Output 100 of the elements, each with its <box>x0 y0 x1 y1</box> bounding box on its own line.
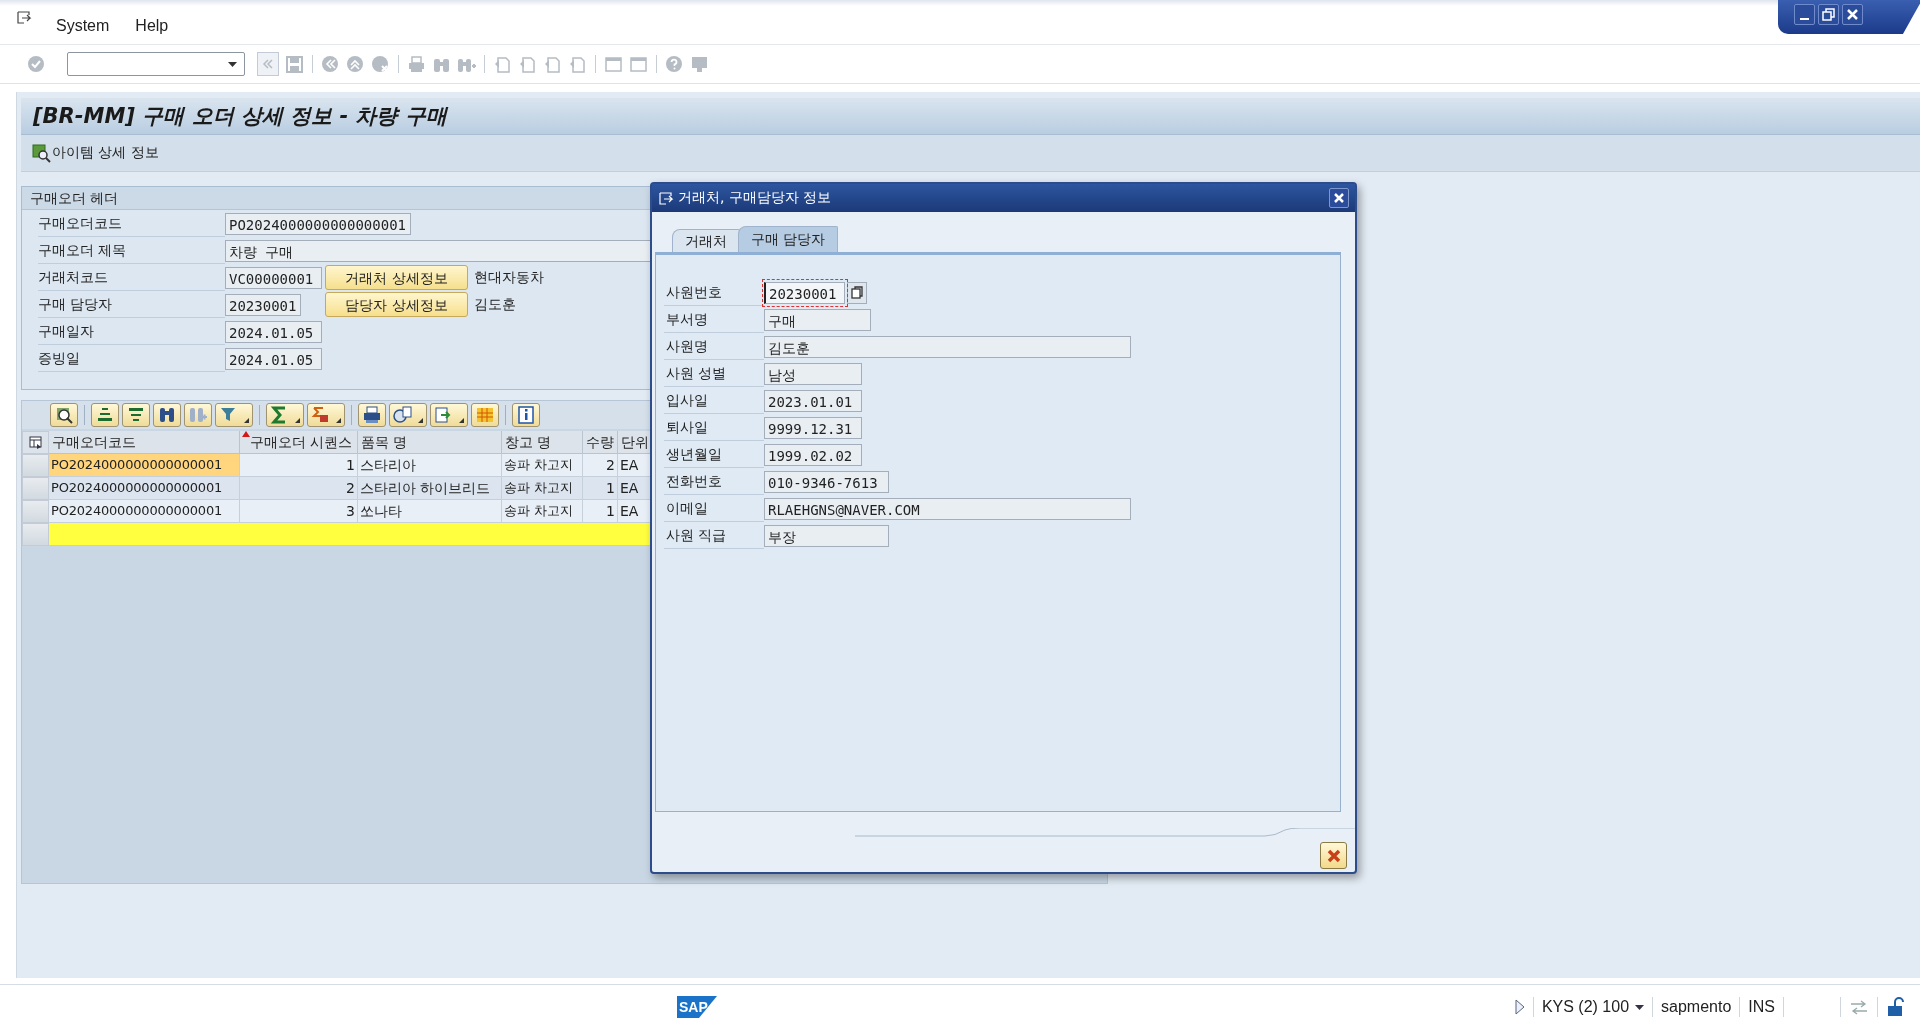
cancel-icon[interactable] <box>371 54 390 74</box>
info-button[interactable] <box>512 403 540 427</box>
binoculars-icon <box>157 405 177 425</box>
table-cell: 2 <box>240 477 358 500</box>
detail-magnifier-icon <box>32 143 51 163</box>
cancel-icon <box>1325 847 1342 864</box>
export-button[interactable] <box>430 403 468 427</box>
menu-caret-icon <box>295 418 300 423</box>
item-details-button[interactable]: 아이템 상세 정보 <box>29 141 162 165</box>
server-name: sapmento <box>1661 998 1732 1016</box>
dropdown-caret-icon <box>227 60 238 68</box>
table-cell: 1 <box>583 477 618 500</box>
details-button[interactable]: 거래처 상세정보 <box>325 265 468 290</box>
column-settings-icon <box>28 435 43 450</box>
input-field[interactable]: 1999.02.02 <box>764 443 862 466</box>
table-cell: 1 <box>240 454 358 477</box>
views-button[interactable] <box>389 403 427 427</box>
details-icon <box>54 405 74 425</box>
input-field[interactable]: VC00000001 <box>225 266 322 289</box>
close-icon <box>1332 191 1346 205</box>
printer-icon[interactable] <box>407 54 426 74</box>
screen-title: [BR-MM] 구매 오더 상세 정보 - 차량 구매 <box>33 103 447 130</box>
menu-item[interactable]: System <box>54 15 112 37</box>
table-cell: 송파 차고지 <box>502 477 583 500</box>
details-button[interactable] <box>50 403 78 427</box>
input-field[interactable]: 부장 <box>764 524 889 547</box>
monitor-icon[interactable] <box>690 54 709 74</box>
value-help-button[interactable] <box>847 281 867 304</box>
exit-icon[interactable] <box>346 54 365 74</box>
cancel-button[interactable] <box>1320 842 1347 869</box>
close-button[interactable] <box>1329 188 1349 208</box>
play-icon[interactable] <box>1513 999 1525 1015</box>
filter-button[interactable] <box>215 403 253 427</box>
sort-ascending-button[interactable] <box>91 403 119 427</box>
input-field[interactable]: PO2024000000000000001 <box>225 212 411 235</box>
table-cell: 송파 차고지 <box>502 454 583 477</box>
description-text: 현대자동차 <box>474 268 544 287</box>
input-mode[interactable]: INS <box>1748 998 1775 1016</box>
subtotal-button[interactable] <box>307 403 345 427</box>
copy-icon <box>851 286 863 299</box>
input-field[interactable]: 010-9346-7613 <box>764 470 889 493</box>
menu-icon[interactable] <box>16 9 32 25</box>
description-text: 김도훈 <box>474 295 516 314</box>
views-icon <box>393 405 413 425</box>
input-field[interactable]: 2024.01.05 <box>225 320 322 343</box>
shortcut-icon[interactable] <box>629 54 648 74</box>
binoculars-plus-icon <box>188 405 208 425</box>
command-field[interactable] <box>67 52 245 76</box>
printer-button[interactable] <box>358 403 386 427</box>
table-cell: 3 <box>240 500 358 523</box>
input-field[interactable]: 20230001 <box>764 281 845 304</box>
previous-page-icon[interactable] <box>518 54 537 74</box>
logo: SAP <box>676 996 717 1018</box>
table-cell: 스타리아 하이브리드 <box>358 477 502 500</box>
help-icon[interactable] <box>665 54 684 74</box>
dropdown-caret-icon[interactable] <box>1635 1004 1645 1010</box>
info-icon <box>516 405 536 425</box>
dialog-title: 거래처, 구매담당자 정보 <box>678 189 833 207</box>
input-field[interactable]: 2023.01.01 <box>764 389 862 412</box>
last-page-icon[interactable] <box>568 54 587 74</box>
first-page-icon[interactable] <box>493 54 512 74</box>
sum-button[interactable] <box>266 403 304 427</box>
select-all-button[interactable] <box>22 431 49 454</box>
new-window-icon[interactable] <box>604 54 623 74</box>
transfer-icon[interactable] <box>1849 998 1869 1016</box>
unlocked-padlock-icon[interactable] <box>1886 997 1906 1017</box>
binoculars-button[interactable] <box>153 403 181 427</box>
tab[interactable]: 구매 담당자 <box>738 226 839 252</box>
back-icon[interactable] <box>321 54 340 74</box>
table-cell: PO2024000000000000001 <box>49 477 240 500</box>
input-field[interactable]: 남성 <box>764 362 862 385</box>
menu-caret-icon <box>418 418 423 423</box>
table-cell: 스타리아 <box>358 454 502 477</box>
enter-icon[interactable] <box>27 55 45 73</box>
printer-icon <box>362 405 382 425</box>
restore-button[interactable] <box>1818 4 1839 25</box>
minimize-button[interactable] <box>1794 4 1815 25</box>
close-button[interactable] <box>1842 4 1863 25</box>
next-page-icon[interactable] <box>543 54 562 74</box>
input-field[interactable]: 2024.01.05 <box>225 347 322 370</box>
table-cell: 쏘나타 <box>358 500 502 523</box>
table-cell: PO2024000000000000001 <box>49 500 240 523</box>
input-field[interactable]: 구매 <box>764 308 871 331</box>
sort-descending-button[interactable] <box>122 403 150 427</box>
layout-grid-button[interactable] <box>471 403 499 427</box>
tab[interactable]: 거래처 <box>672 229 740 252</box>
restore-icon <box>1820 6 1837 23</box>
double-chevron-icon <box>261 58 275 70</box>
input-field[interactable]: 20230001 <box>225 293 301 316</box>
menu-caret-icon <box>244 418 249 423</box>
save-icon[interactable] <box>285 54 304 74</box>
input-field[interactable]: RLAEHGNS@NAVER.COM <box>764 497 1131 520</box>
double-chevron-button[interactable] <box>257 52 279 76</box>
menu-item[interactable]: Help <box>133 15 171 37</box>
minimize-icon <box>1800 17 1809 20</box>
details-button[interactable]: 담당자 상세정보 <box>325 292 468 317</box>
table-cell: 2 <box>583 454 618 477</box>
input-field[interactable]: 9999.12.31 <box>764 416 862 439</box>
input-field[interactable]: 김도훈 <box>764 335 1131 358</box>
system-info[interactable]: KYS (2) 100 <box>1541 998 1630 1016</box>
